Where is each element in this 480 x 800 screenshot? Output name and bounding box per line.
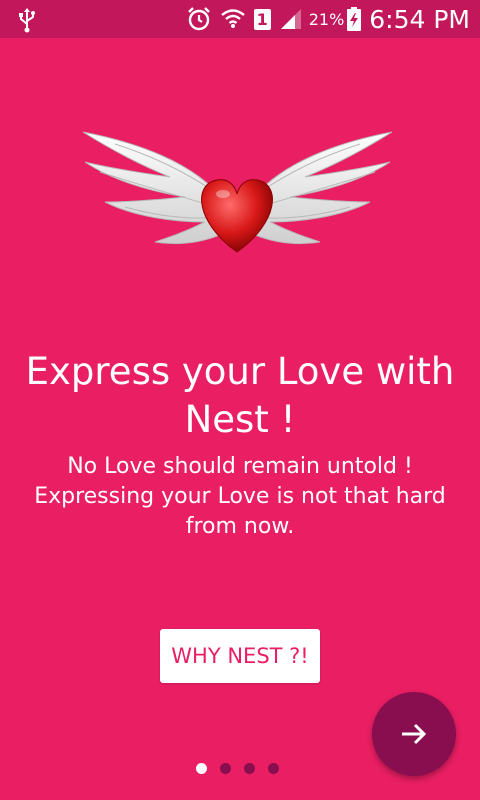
signal-icon (279, 7, 303, 31)
onboarding-screen: 1 21% 6:54 PM Express your Love with Nes… (0, 0, 480, 800)
headline-line-1: Express your Love with (25, 350, 455, 393)
winged-heart-image (82, 131, 393, 253)
page-dot-4[interactable] (268, 763, 279, 774)
page-dot-2[interactable] (220, 763, 231, 774)
why-nest-button[interactable]: WHY NEST ?! (160, 629, 320, 683)
subtext: No Love should remain untold ! Expressin… (0, 452, 480, 542)
status-clock: 6:54 PM (369, 4, 470, 34)
battery-percent: 21% (308, 9, 345, 29)
headline-line-2: Nest ! (184, 398, 296, 441)
subtext-line-2: Expressing your Love is not that hard (34, 484, 446, 509)
wifi-icon (220, 6, 246, 32)
heart (201, 179, 273, 253)
page-indicator (196, 763, 292, 774)
alarm-icon (186, 6, 212, 32)
battery-charging-icon (347, 7, 362, 31)
headline: Express your Love with Nest ! (0, 348, 480, 444)
usb-icon (19, 8, 35, 33)
next-button[interactable] (372, 692, 456, 776)
status-bar: 1 21% 6:54 PM (0, 0, 480, 38)
arrow-right-icon (402, 723, 427, 745)
subtext-line-3: from now. (185, 514, 295, 539)
page-dot-1[interactable] (196, 763, 207, 774)
sim-icon: 1 (253, 8, 271, 30)
subtext-line-1: No Love should remain untold ! (67, 454, 413, 479)
page-dot-3[interactable] (244, 763, 255, 774)
